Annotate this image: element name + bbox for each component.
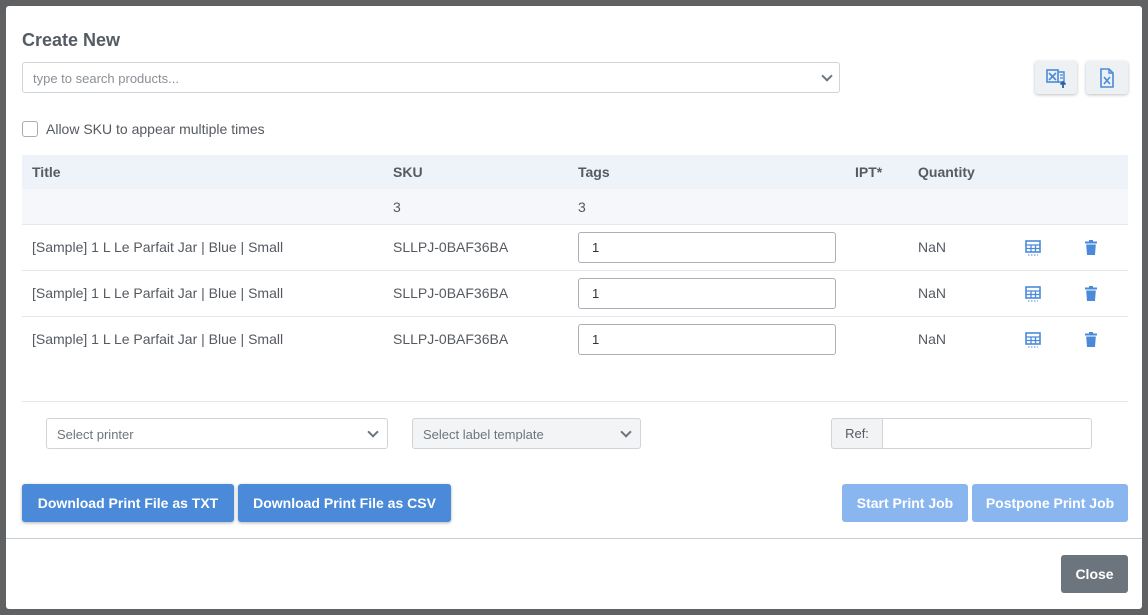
printer-select[interactable]: Select printer — [46, 418, 388, 449]
row-quantity: NaN — [918, 239, 947, 255]
row-sku: SLLPJ-0BAF36BA — [393, 239, 509, 255]
row-sku: SLLPJ-0BAF36BA — [393, 331, 509, 347]
tags-count: 3 — [578, 199, 586, 215]
table-row: [Sample] 1 L Le Parfait Jar | Blue | Sma… — [22, 271, 1128, 317]
chevron-down-icon — [821, 70, 833, 82]
section-divider — [22, 401, 1128, 402]
download-csv-button[interactable]: Download Print File as CSV — [238, 484, 451, 522]
grid-icon[interactable] — [1025, 240, 1041, 256]
table-header: Title SKU Tags IPT* Quantity — [22, 155, 1128, 189]
grid-icon[interactable] — [1025, 286, 1041, 302]
search-placeholder: type to search products... — [33, 71, 179, 86]
row-title: [Sample] 1 L Le Parfait Jar | Blue | Sma… — [32, 285, 284, 301]
label-template-select[interactable]: Select label template — [412, 418, 641, 449]
excel-file-button[interactable] — [1086, 61, 1128, 94]
trash-icon[interactable] — [1085, 332, 1097, 347]
printer-placeholder: Select printer — [57, 427, 134, 442]
sku-count: 3 — [393, 199, 401, 215]
header-tags: Tags — [578, 164, 610, 180]
row-tags-input[interactable]: 1 — [578, 278, 836, 309]
header-title: Title — [32, 164, 61, 180]
table-count-row: 3 3 — [22, 189, 1128, 225]
modal-title: Create New — [22, 30, 121, 50]
trash-icon[interactable] — [1085, 286, 1097, 301]
allow-duplicate-label[interactable]: Allow SKU to appear multiple times — [46, 121, 265, 137]
footer-divider — [6, 538, 1142, 539]
row-sku: SLLPJ-0BAF36BA — [393, 285, 509, 301]
ref-input-group: Ref: — [831, 418, 1092, 449]
row-quantity: NaN — [918, 285, 947, 301]
products-table: Title SKU Tags IPT* Quantity 3 3 [Sample… — [22, 155, 1128, 363]
excel-upload-icon — [1046, 69, 1067, 88]
chevron-down-icon — [620, 426, 632, 438]
row-title: [Sample] 1 L Le Parfait Jar | Blue | Sma… — [32, 331, 284, 347]
table-row: [Sample] 1 L Le Parfait Jar | Blue | Sma… — [22, 225, 1128, 271]
download-txt-button[interactable]: Download Print File as TXT — [22, 484, 234, 522]
postpone-print-job-button[interactable]: Postpone Print Job — [972, 484, 1128, 522]
table-row: [Sample] 1 L Le Parfait Jar | Blue | Sma… — [22, 317, 1128, 363]
row-tags-input[interactable]: 1 — [578, 232, 836, 263]
header-ipt: IPT* — [855, 164, 883, 180]
allow-duplicate-checkbox[interactable] — [22, 121, 38, 137]
product-search-input[interactable]: type to search products... — [22, 62, 840, 93]
ref-input[interactable] — [883, 418, 1092, 449]
excel-upload-button[interactable] — [1035, 61, 1077, 94]
excel-file-icon — [1100, 68, 1114, 88]
trash-icon[interactable] — [1085, 240, 1097, 255]
start-print-job-button[interactable]: Start Print Job — [842, 484, 968, 522]
header-quantity: Quantity — [918, 164, 975, 180]
row-quantity: NaN — [918, 331, 947, 347]
ref-label: Ref: — [831, 418, 883, 449]
row-tags-input[interactable]: 1 — [578, 324, 836, 355]
chevron-down-icon — [367, 426, 379, 438]
allow-duplicate-row: Allow SKU to appear multiple times — [22, 121, 265, 137]
header-sku: SKU — [393, 164, 423, 180]
close-button[interactable]: Close — [1061, 555, 1128, 593]
template-placeholder: Select label template — [423, 427, 544, 442]
grid-icon[interactable] — [1025, 332, 1041, 348]
create-new-modal: Create New type to search products... Al… — [6, 6, 1142, 609]
row-title: [Sample] 1 L Le Parfait Jar | Blue | Sma… — [32, 239, 284, 255]
